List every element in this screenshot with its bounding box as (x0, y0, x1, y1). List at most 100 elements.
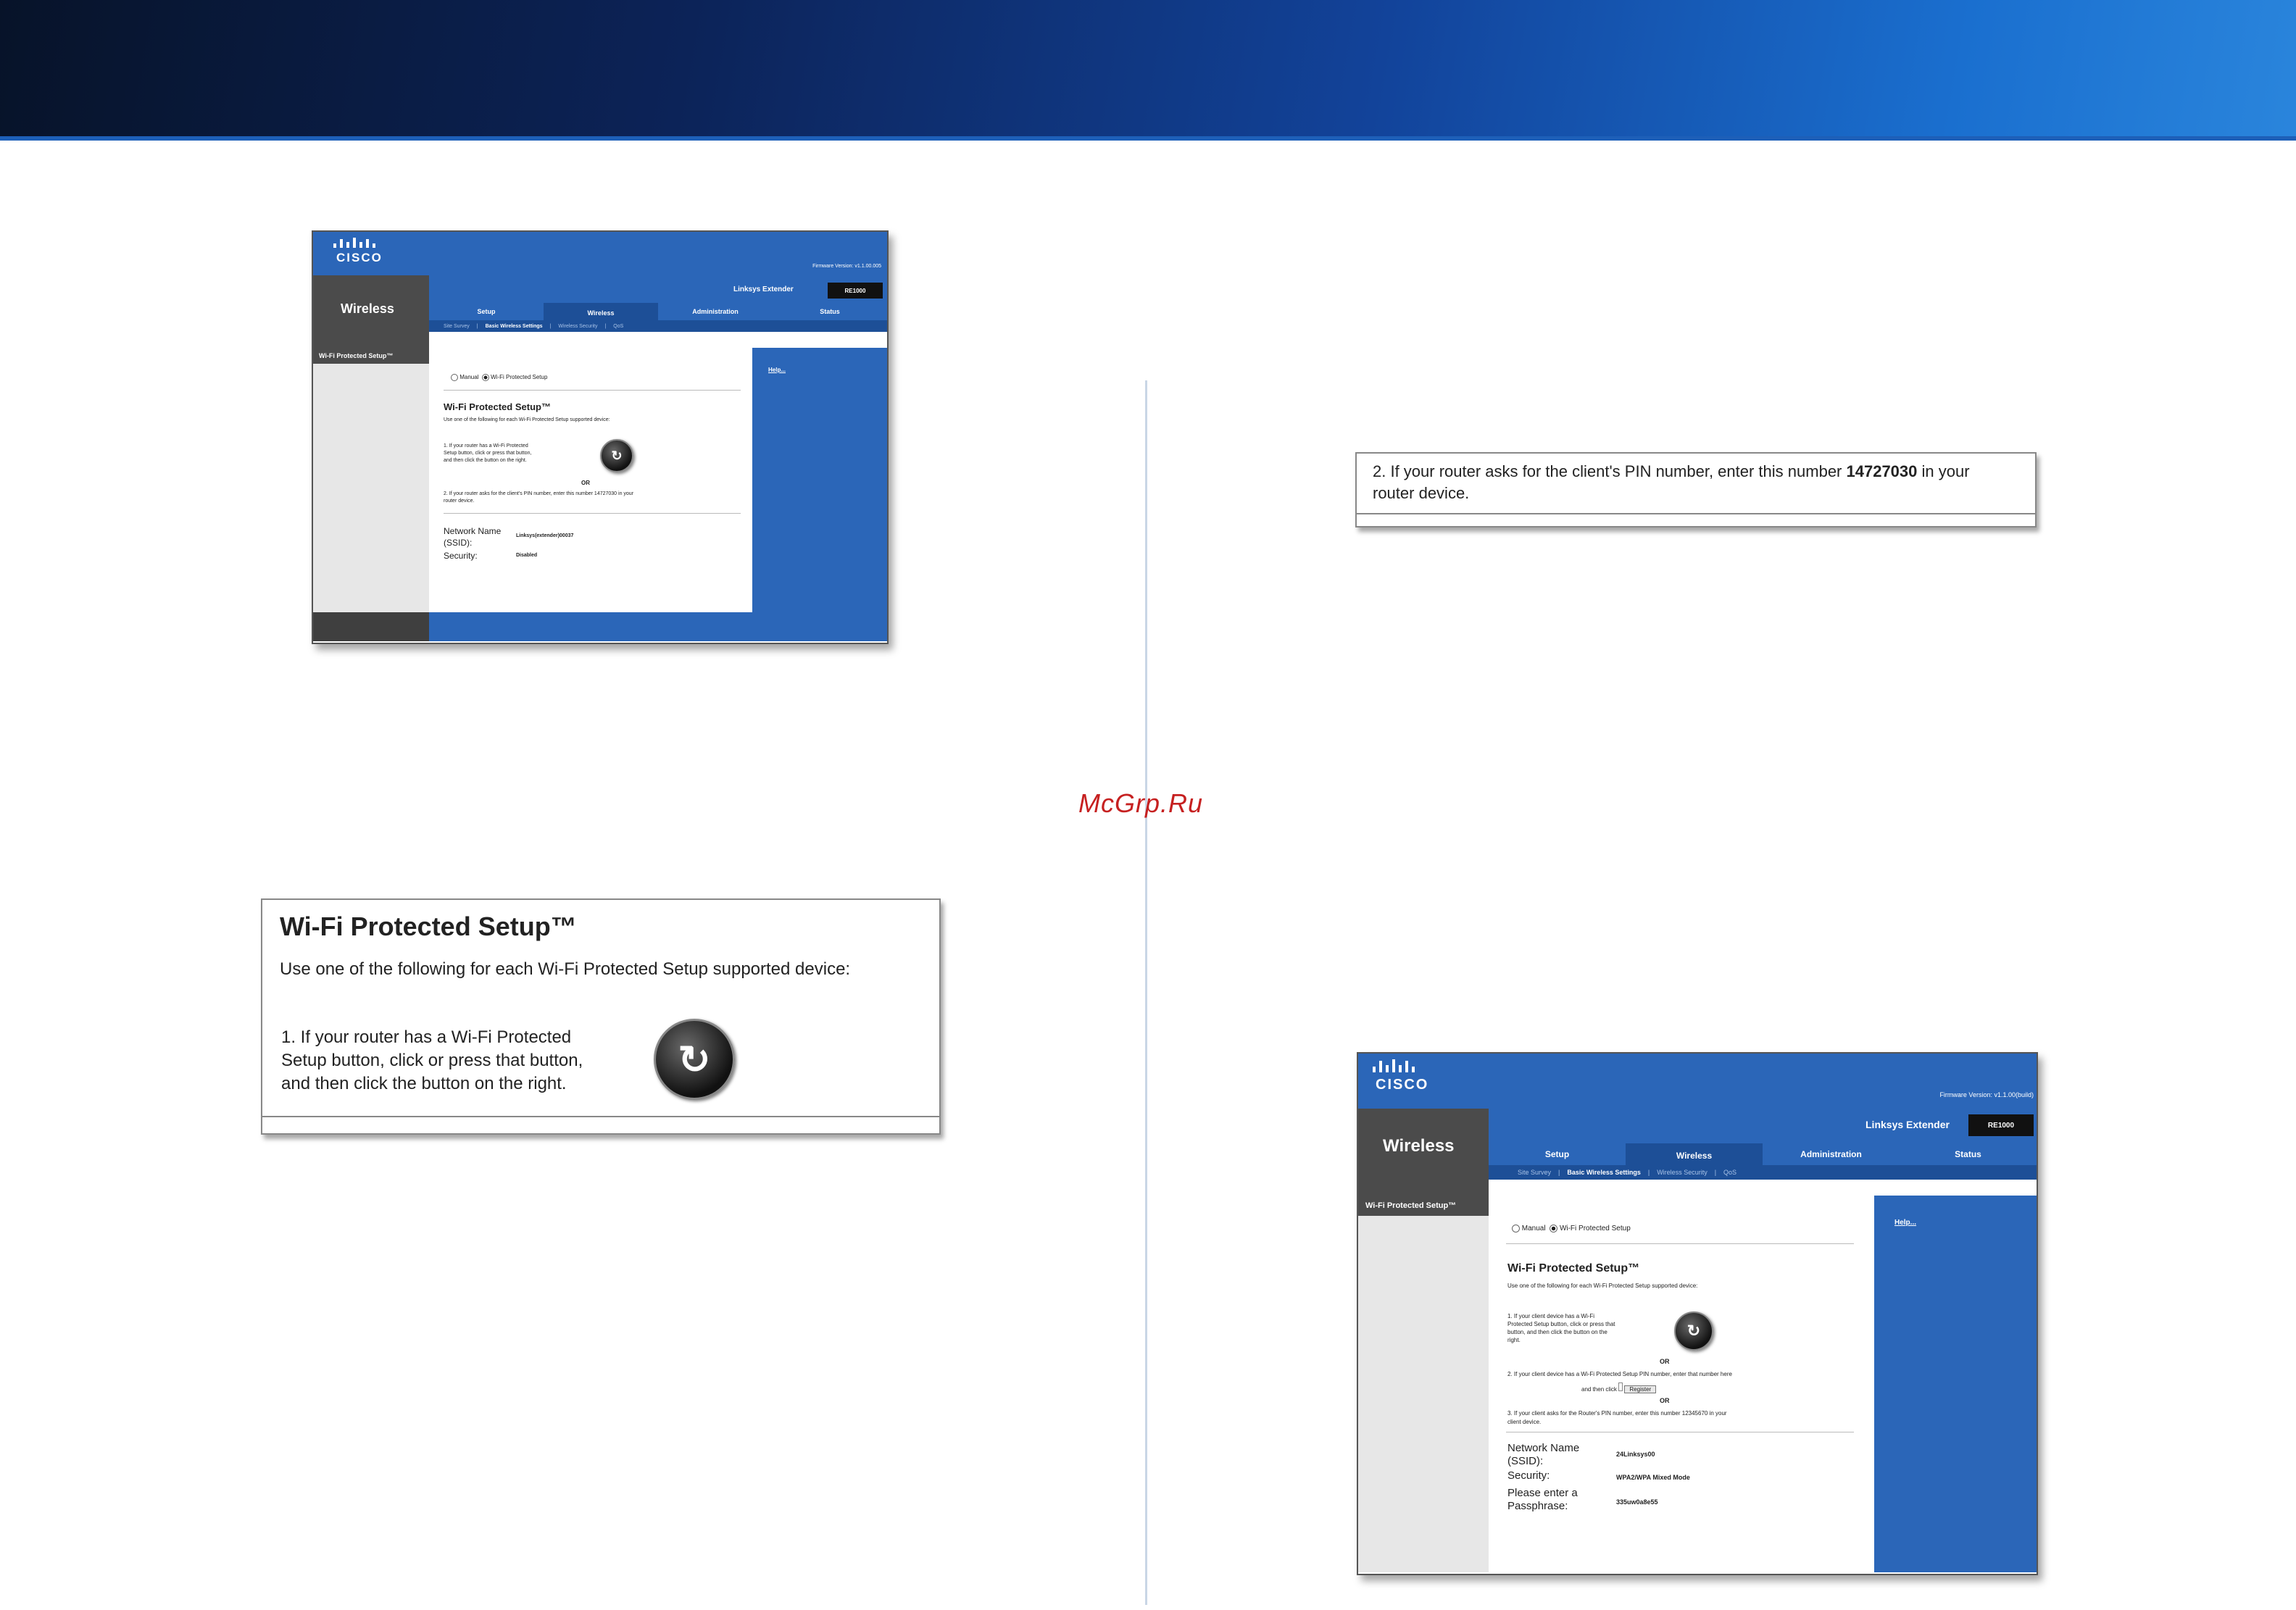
step2-line1: 2. If your router asks for the client's … (444, 491, 634, 496)
passphrase-label-line2: Passphrase: (1507, 1500, 1568, 1512)
step1-line1: 1. If your client device has a Wi-Fi (1507, 1313, 1595, 1319)
help-panel (752, 348, 887, 641)
callout-intro: Use one of the following for each Wi-Fi … (280, 959, 851, 979)
wps-form: Manual Wi-Fi Protected Setup Wi-Fi Prote… (1489, 1196, 1870, 1572)
ssid-label-line2: (SSID): (1507, 1455, 1544, 1467)
ssid-label-line1: Network Name (444, 526, 502, 536)
tab-status[interactable]: Status (773, 303, 887, 320)
subtab-site-survey[interactable]: Site Survey (1518, 1169, 1551, 1176)
tab-wireless[interactable]: Wireless (544, 303, 658, 320)
screenshot-wps-client: CISCO Firmware Version: v1.1.00(build) W… (1357, 1052, 2038, 1575)
footer-left (313, 612, 429, 641)
wps-heading: Wi-Fi Protected Setup™ (1507, 1262, 1640, 1275)
step2-line2: router device. (444, 499, 475, 504)
callout-bottom-line (262, 1116, 939, 1117)
tab-wireless[interactable]: Wireless (1626, 1143, 1763, 1165)
mode-radios: Manual Wi-Fi Protected Setup (451, 374, 547, 381)
cisco-logo-icon (1373, 1059, 1415, 1072)
tab-administration[interactable]: Administration (1763, 1143, 1900, 1165)
register-button[interactable]: Register (1624, 1385, 1657, 1393)
help-link[interactable]: Help... (1894, 1219, 1916, 1227)
or-separator-1: OR (1660, 1358, 1670, 1365)
wps-heading: Wi-Fi Protected Setup™ (444, 401, 551, 412)
header-banner (0, 0, 2296, 139)
or-separator-2: OR (1660, 1397, 1670, 1404)
left-sidebar (313, 348, 429, 612)
callout-pin-number: 2. If your router asks for the client's … (1355, 452, 2037, 527)
product-bar (1489, 1109, 2037, 1143)
pin-line2: router device. (1373, 484, 1470, 502)
callout-step1-line2: Setup button, click or press that button… (281, 1051, 583, 1070)
step3-line1: 3. If your client asks for the Router's … (1507, 1410, 1727, 1417)
sidebar-label: Wi-Fi Protected Setup™ (313, 348, 429, 364)
footer-bar (429, 612, 752, 641)
radio-manual[interactable] (1512, 1225, 1520, 1232)
ssid-label-line1: Network Name (1507, 1442, 1580, 1454)
model-number: RE1000 (1968, 1114, 2034, 1136)
radio-wps-label: Wi-Fi Protected Setup (491, 374, 548, 381)
wps-intro: Use one of the following for each Wi-Fi … (444, 417, 610, 422)
callout-heading: Wi-Fi Protected Setup™ (280, 912, 577, 941)
column-divider (1145, 380, 1147, 1605)
subtab-basic-wireless[interactable]: Basic Wireless Settings (486, 324, 543, 329)
ssid-value: 24Linksys00 (1616, 1451, 1655, 1458)
tab-setup[interactable]: Setup (1489, 1143, 1626, 1165)
radio-manual-label: Manual (1521, 1225, 1546, 1233)
divider-line (444, 390, 741, 391)
security-value: Disabled (516, 553, 538, 558)
callout-wps-button: Wi-Fi Protected Setup™ Use one of the fo… (261, 898, 941, 1135)
wps-form: Manual Wi-Fi Protected Setup Wi-Fi Prote… (429, 348, 748, 612)
client-pin-input[interactable] (1618, 1382, 1623, 1391)
subtab-qos[interactable]: QoS (1723, 1169, 1736, 1176)
header-banner-edge (0, 136, 2296, 141)
radio-wps-label: Wi-Fi Protected Setup (1559, 1225, 1631, 1233)
step3-line2: client device. (1507, 1419, 1542, 1425)
divider-line (444, 513, 741, 514)
sub-tabs: Site Survey | Basic Wireless Settings | Wi… (429, 320, 887, 332)
sub-tabs: Site Survey | Basic Wireless Settings | Wi… (1489, 1165, 2037, 1180)
divider-line (1506, 1243, 1854, 1244)
radio-wps[interactable] (1550, 1225, 1558, 1232)
header-bar (1358, 1054, 2037, 1109)
tab-setup[interactable]: Setup (429, 303, 544, 320)
subtab-site-survey[interactable]: Site Survey (444, 324, 470, 329)
firmware-version: Firmware Version: v1.1.00(build) (1939, 1091, 2034, 1098)
firmware-version: Firmware Version: v1.1.00.005 (812, 264, 881, 269)
step2-line1: 2. If your client device has a Wi-Fi Pro… (1507, 1371, 1732, 1377)
pin-number: 14727030 (1846, 462, 1918, 480)
cisco-logo-text: CISCO (336, 251, 383, 264)
subtab-wireless-security[interactable]: Wireless Security (558, 324, 597, 329)
passphrase-label-line1: Please enter a (1507, 1487, 1578, 1499)
step1-line1: 1. If your router has a Wi-Fi Protected (444, 443, 528, 449)
cisco-logo-icon (333, 238, 375, 248)
subtab-basic-wireless[interactable]: Basic Wireless Settings (1567, 1169, 1640, 1176)
subtab-wireless-security[interactable]: Wireless Security (1657, 1169, 1708, 1176)
left-sidebar (1358, 1196, 1489, 1572)
callout-step1-line3: and then click the button on the right. (281, 1074, 567, 1093)
product-name: Linksys Extender (733, 285, 794, 293)
step1-line2: Setup button, click or press that button… (444, 451, 532, 456)
section-title: Wireless (1383, 1136, 1455, 1156)
wps-button-icon[interactable]: ↻ (600, 439, 633, 472)
step2-and-then-click: and then click (1581, 1386, 1617, 1393)
section-title: Wireless (341, 301, 394, 316)
security-label: Security: (444, 551, 478, 561)
step1-line3: and then click the button on the right. (444, 458, 527, 463)
wps-button-icon[interactable]: ↻ (654, 1019, 735, 1100)
main-tabs: Setup Wireless Administration Status (1489, 1143, 2037, 1165)
help-link[interactable]: Help... (768, 367, 786, 373)
tab-status[interactable]: Status (1900, 1143, 2037, 1165)
subtab-qos[interactable]: QoS (613, 324, 623, 329)
or-separator: OR (581, 480, 590, 486)
radio-manual[interactable] (451, 374, 458, 381)
radio-wps[interactable] (481, 374, 489, 381)
ssid-label-line2: (SSID): (444, 538, 473, 548)
wps-button-icon[interactable]: ↻ (1674, 1311, 1713, 1351)
step1-line4: right. (1507, 1337, 1521, 1343)
tab-administration[interactable]: Administration (658, 303, 773, 320)
callout-bottom-line (1357, 513, 2035, 514)
sidebar-label: Wi-Fi Protected Setup™ (1358, 1196, 1489, 1216)
help-panel (1874, 1196, 2037, 1572)
step1-line2: Protected Setup button, click or press t… (1507, 1321, 1615, 1327)
mode-radios: Manual Wi-Fi Protected Setup (1512, 1225, 1631, 1232)
